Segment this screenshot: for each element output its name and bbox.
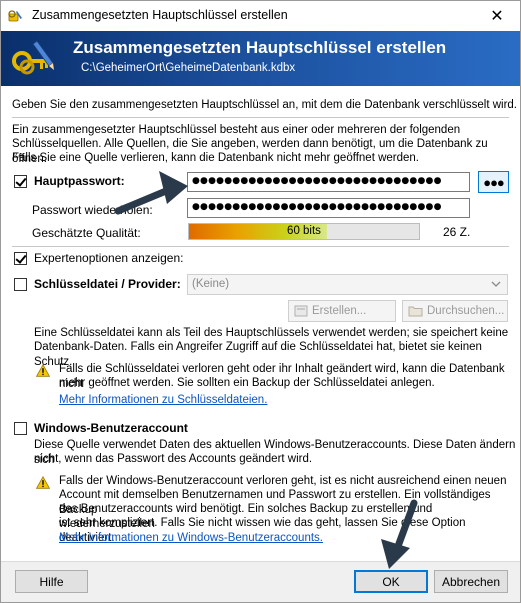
warning-icon	[36, 476, 50, 489]
close-icon[interactable]: ✕	[474, 1, 520, 31]
repeat-password-input[interactable]: ●●●●●●●●●●●●●●●●●●●●●●●●●●●●●●●	[187, 198, 470, 218]
quality-meter: 60 bits	[188, 223, 420, 240]
dialog-window: Zusammengesetzten Hauptschlüssel erstell…	[0, 0, 521, 603]
divider	[12, 117, 509, 118]
chevron-down-icon	[491, 281, 501, 287]
char-count: 26 Z.	[443, 225, 471, 239]
title-bar: Zusammengesetzten Hauptschlüssel erstell…	[1, 1, 520, 31]
windows-account-checkbox[interactable]	[14, 422, 27, 435]
create-button-label: Erstellen...	[312, 305, 367, 317]
keyfile-description: Eine Schlüsseldatei kann als Teil des Ha…	[34, 327, 509, 339]
windows-account-description: nicht, wenn das Passwort des Accounts ge…	[34, 453, 313, 465]
create-keyfile-button[interactable]: Erstellen...	[288, 300, 396, 322]
help-button[interactable]: Hilfe	[15, 570, 88, 593]
intro-text: Geben Sie den zusammengesetzten Hauptsch…	[12, 99, 517, 111]
expert-options-label[interactable]: Expertenoptionen anzeigen:	[34, 251, 183, 265]
banner-heading: Zusammengesetzten Hauptschlüssel erstell…	[73, 38, 447, 57]
folder-icon	[408, 306, 423, 317]
quality-bits: 60 bits	[287, 225, 321, 237]
keyfile-checkbox[interactable]	[14, 278, 27, 291]
browse-button-label: Durchsuchen...	[427, 305, 505, 317]
browse-keyfile-button[interactable]: Durchsuchen...	[402, 300, 508, 322]
divider	[12, 246, 509, 247]
keyfile-label[interactable]: Schlüsseldatei / Provider:	[34, 277, 181, 291]
expert-options-checkbox[interactable]	[14, 252, 27, 265]
footer-divider	[1, 561, 520, 562]
database-path: C:\GeheimerOrt\GeheimeDatenbank.kdbx	[81, 62, 296, 74]
keyfile-warning: mehr geöffnet werden. Sie sollten ein Ba…	[59, 377, 435, 389]
header-banner: Zusammengesetzten Hauptschlüssel erstell…	[1, 31, 520, 86]
quality-label: Geschätzte Qualität:	[32, 226, 141, 240]
master-password-label: Hauptpasswort:	[34, 174, 125, 188]
keepass-app-icon	[8, 10, 22, 22]
master-password-input[interactable]: ●●●●●●●●●●●●●●●●●●●●●●●●●●●●●●●	[187, 172, 470, 192]
warning-icon	[36, 364, 50, 377]
intro-paragraph-line: Ein zusammengesetzter Hauptschlüssel bes…	[12, 124, 461, 136]
ok-button[interactable]: OK	[354, 570, 428, 593]
keyfile-select-value: (Keine)	[192, 278, 230, 290]
repeat-password-label: Passwort wiederholen:	[32, 203, 153, 217]
windows-account-label[interactable]: Windows-Benutzeraccount	[34, 421, 188, 435]
windows-account-warning: Falls der Windows-Benutzeraccount verlor…	[59, 475, 507, 487]
cancel-button[interactable]: Abbrechen	[434, 570, 508, 593]
windows-account-info-link[interactable]: Mehr Informationen zu Windows-Benutzerac…	[59, 532, 323, 544]
window-title: Zusammengesetzten Hauptschlüssel erstell…	[32, 8, 288, 22]
keyfile-info-link[interactable]: Mehr Informationen zu Schlüsseldateien.	[59, 394, 267, 406]
master-password-checkbox[interactable]	[14, 175, 27, 188]
keyfile-provider-select[interactable]: (Keine)	[187, 274, 508, 295]
intro-paragraph-line: Falls Sie eine Quelle verlieren, kann di…	[12, 152, 419, 164]
create-file-icon	[294, 305, 308, 317]
keys-pen-icon	[12, 40, 54, 75]
show-password-button[interactable]: ●●●	[478, 171, 509, 193]
